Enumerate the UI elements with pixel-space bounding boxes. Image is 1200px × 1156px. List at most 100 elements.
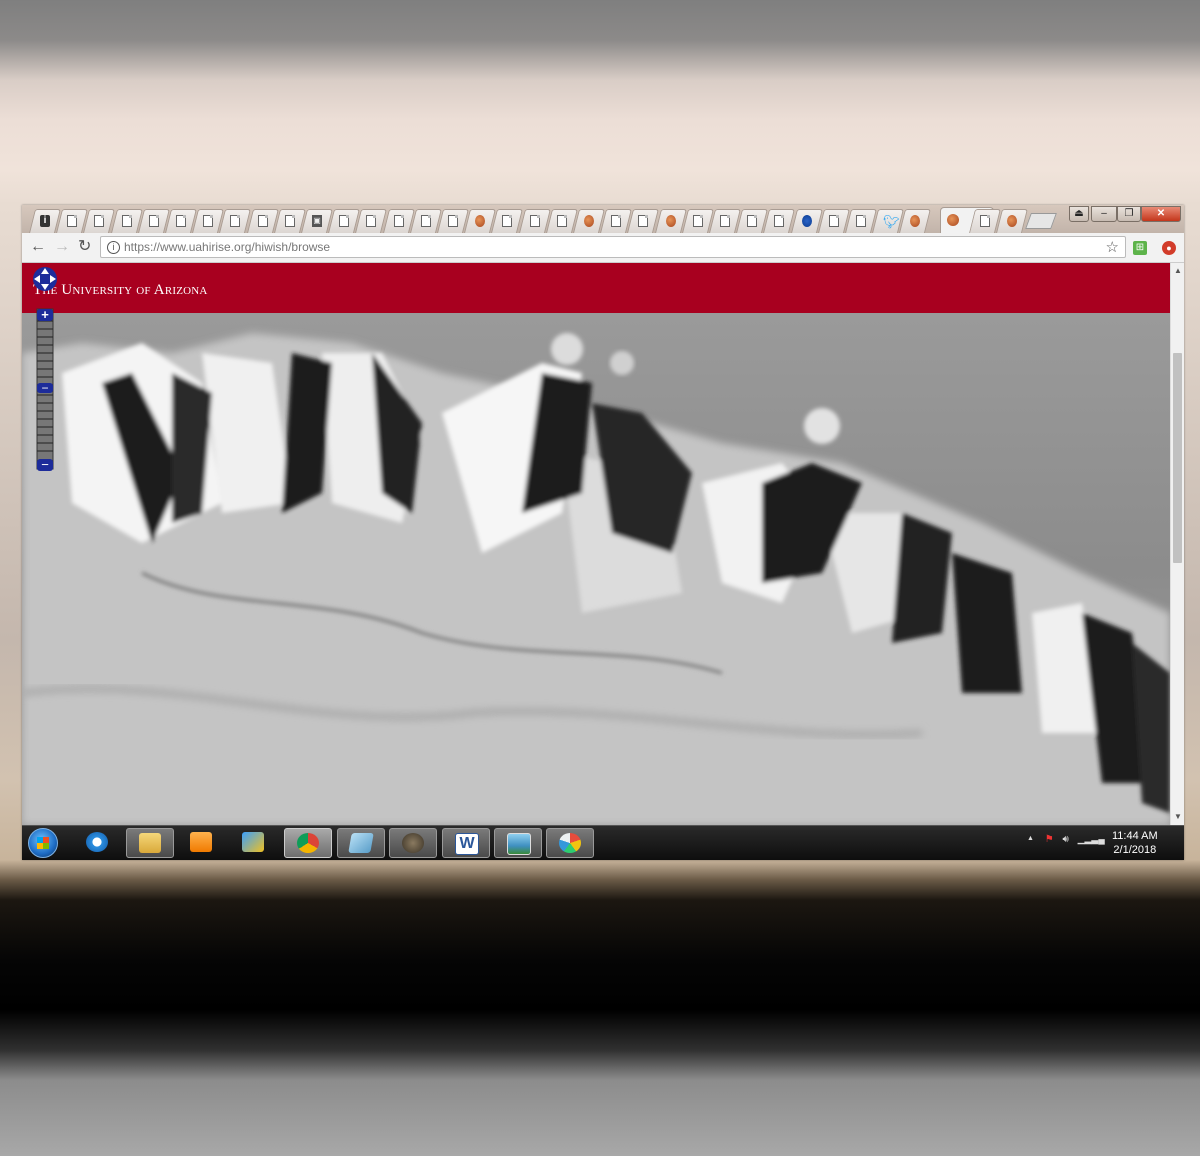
page-icon	[148, 215, 159, 227]
internet-explorer-icon	[86, 832, 108, 852]
mars-icon	[475, 215, 486, 227]
program-icon	[242, 832, 264, 852]
browser-toolbar: ← → ↻ i https://www.uahirise.org/hiwish/…	[22, 233, 1184, 263]
taskbar-ie[interactable]	[74, 828, 122, 858]
page-icon	[556, 215, 567, 227]
page-icon	[692, 215, 703, 227]
windows-taskbar: W ▲ ⚑ 🔊︎ ▁▂▃▄ 11:44 AM 2/1/2018	[22, 825, 1184, 860]
clock-date: 2/1/2018	[1113, 844, 1157, 856]
page-icon	[638, 215, 649, 227]
scroll-down-arrow[interactable]: ▼	[1174, 812, 1182, 821]
restore-button[interactable]: ❐	[1117, 206, 1141, 222]
page-icon	[747, 215, 758, 227]
page-icon	[502, 215, 513, 227]
page-icon	[203, 215, 214, 227]
taskbar-media[interactable]	[178, 828, 226, 858]
page-icon	[720, 215, 730, 227]
pan-control[interactable]	[33, 267, 57, 291]
url-text: https://www.uahirise.org/hiwish/browse	[124, 240, 330, 254]
url-host: https://www.uahirise.org	[124, 240, 252, 254]
new-tab-button[interactable]	[1025, 213, 1057, 229]
zoom-out-label: −	[41, 457, 49, 472]
page-icon	[828, 215, 839, 227]
university-wordmark[interactable]: The University of Arizona	[33, 282, 208, 299]
page-icon	[284, 215, 295, 227]
browser-tab[interactable]	[83, 209, 116, 233]
back-button[interactable]: ←	[30, 237, 46, 257]
taskbar-word[interactable]: W	[442, 828, 490, 858]
page-icon	[67, 215, 78, 227]
browser-tab[interactable]	[899, 209, 932, 233]
browser-tab[interactable]	[219, 209, 252, 233]
taskbar-chrome[interactable]	[284, 828, 332, 858]
taskbar-program[interactable]	[230, 828, 278, 858]
taskbar-notes[interactable]	[337, 828, 385, 858]
taskbar-explorer[interactable]	[126, 828, 174, 858]
photo-viewer-icon	[507, 833, 531, 855]
twitter-icon: 🐦︎	[883, 214, 900, 229]
address-bar[interactable]: i https://www.uahirise.org/hiwish/browse…	[100, 236, 1126, 258]
site-info-icon[interactable]: i	[107, 241, 120, 254]
system-tray: ▲ ⚑ 🔊︎ ▁▂▃▄	[1027, 834, 1105, 845]
scroll-up-arrow[interactable]: ▲	[1174, 266, 1182, 275]
volume-icon[interactable]: 🔊︎	[1062, 834, 1068, 845]
zoom-slider-label: −	[41, 381, 48, 395]
url-path: /hiwish/browse	[251, 240, 331, 254]
page-icon	[448, 215, 458, 227]
page-icon	[529, 215, 540, 227]
cmd-icon: ▣	[312, 215, 322, 227]
page-icon	[774, 215, 785, 227]
page-icon	[257, 215, 268, 227]
word-icon: W	[455, 833, 479, 855]
system-clock[interactable]: 11:44 AM 2/1/2018	[1112, 829, 1158, 857]
mars-icon	[584, 215, 594, 227]
extension-green-icon[interactable]: ⊞	[1133, 241, 1147, 255]
close-window-button[interactable]: ✕	[1141, 206, 1181, 222]
extension-red-icon[interactable]: ●	[1162, 241, 1176, 255]
browser-tab[interactable]	[763, 209, 796, 233]
network-signal-icon[interactable]: ▁▂▃▄	[1078, 834, 1105, 844]
page-icon	[980, 215, 990, 227]
browser-window: i▣🐦︎ × ⏏ – ❐ ✕ ← → ↻ i https://www.uahir…	[22, 205, 1184, 860]
taskbar-photos[interactable]	[494, 828, 542, 858]
browser-tab[interactable]	[627, 209, 660, 233]
paint-icon	[559, 833, 581, 853]
page-icon	[366, 215, 377, 227]
chrome-icon	[297, 833, 319, 853]
mars-terrain-image[interactable]	[22, 313, 1170, 825]
mars-icon	[665, 215, 676, 227]
browser-tab[interactable]	[355, 209, 388, 233]
taskbar-gimp[interactable]	[389, 828, 437, 858]
nasa-icon	[801, 215, 812, 227]
zoom-control: + − −	[31, 265, 59, 477]
bookmark-star-icon[interactable]: ☆	[1106, 238, 1119, 256]
page-icon	[393, 215, 404, 227]
tab-strip: i▣🐦︎ × ⏏ – ❐ ✕	[22, 205, 1184, 233]
scrollbar-thumb[interactable]	[1173, 353, 1182, 563]
action-center-icon[interactable]: ⚑	[1045, 834, 1054, 845]
clock-time: 11:44 AM	[1112, 830, 1158, 842]
notes-icon	[348, 833, 374, 853]
file-explorer-icon	[139, 833, 161, 853]
vertical-scrollbar[interactable]: ▲ ▼	[1170, 263, 1184, 825]
info-icon: i	[40, 215, 50, 227]
browser-tab[interactable]	[491, 209, 524, 233]
forward-button[interactable]: →	[54, 237, 70, 257]
page-icon	[121, 215, 132, 227]
profile-button[interactable]: ⏏	[1069, 206, 1089, 222]
zoom-in-label: +	[41, 307, 49, 322]
start-button[interactable]	[28, 828, 58, 858]
reload-button[interactable]: ↻	[78, 237, 91, 257]
university-banner: The University of Arizona	[22, 263, 1170, 313]
taskbar-paint[interactable]	[546, 828, 594, 858]
page-icon	[339, 215, 350, 227]
media-player-icon	[190, 832, 212, 852]
page-icon	[611, 215, 622, 227]
minimize-button[interactable]: –	[1091, 206, 1117, 222]
browser-tab[interactable]	[996, 209, 1028, 233]
show-hidden-icons-arrow[interactable]: ▲	[1027, 835, 1034, 842]
page-viewport: The University of Arizona + − −	[22, 263, 1170, 825]
mars-icon	[947, 214, 959, 226]
page-icon	[176, 215, 186, 227]
page-icon	[856, 215, 866, 227]
